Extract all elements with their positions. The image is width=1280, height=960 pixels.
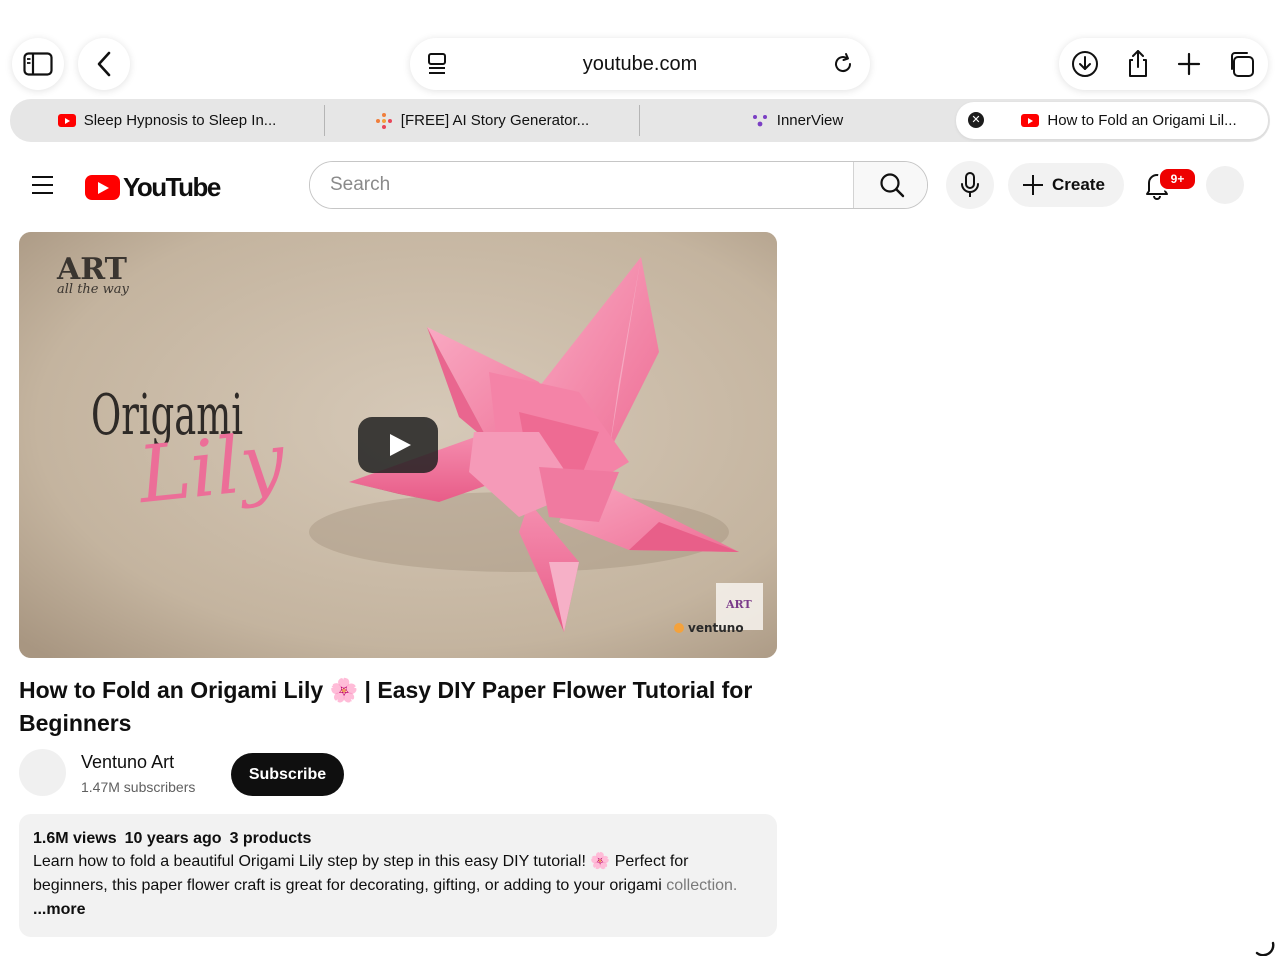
create-button[interactable]: Create bbox=[1008, 163, 1124, 207]
video-meta: 1.6M views 10 years ago 3 products bbox=[33, 830, 763, 848]
tab-innerview[interactable]: InnerView bbox=[640, 99, 954, 142]
view-count: 1.6M views bbox=[33, 830, 117, 847]
tab-ai-story-generator[interactable]: [FREE] AI Story Generator... bbox=[325, 99, 639, 142]
description-box[interactable]: 1.6M views 10 years ago 3 products Learn… bbox=[19, 814, 777, 937]
search-box bbox=[309, 161, 928, 209]
voice-search-button[interactable] bbox=[946, 161, 994, 209]
youtube-icon bbox=[57, 114, 76, 127]
youtube-icon bbox=[85, 175, 120, 200]
channel-avatar[interactable] bbox=[19, 749, 66, 796]
tab-title: Sleep Hypnosis to Sleep In... bbox=[83, 112, 277, 129]
thumbnail-title-script: Lily bbox=[132, 416, 289, 521]
innerview-icon bbox=[752, 114, 767, 126]
video-player[interactable]: ART all the way Origami Lily ART ventuno bbox=[19, 232, 777, 658]
sidebar-toggle-button[interactable] bbox=[12, 38, 64, 90]
tab-title: InnerView bbox=[776, 112, 844, 129]
loading-spinner-icon bbox=[1255, 941, 1275, 956]
more-link[interactable]: ...more bbox=[33, 901, 85, 918]
tab-title: [FREE] AI Story Generator... bbox=[400, 112, 590, 129]
subscribe-button[interactable]: Subscribe bbox=[231, 753, 344, 796]
new-tab-icon[interactable] bbox=[1175, 50, 1203, 78]
story-generator-icon bbox=[375, 112, 392, 129]
video-title: How to Fold an Origami Lily 🌸 | Easy DIY… bbox=[19, 677, 753, 736]
address-bar[interactable]: youtube.com bbox=[410, 38, 870, 90]
url-text: youtube.com bbox=[582, 53, 698, 75]
channel-name[interactable]: Ventuno Art bbox=[81, 752, 174, 773]
browser-actions bbox=[1059, 38, 1268, 90]
subscriber-count: 1.47M subscribers bbox=[81, 779, 196, 795]
menu-icon[interactable] bbox=[32, 176, 53, 194]
products-count: 3 products bbox=[229, 830, 312, 847]
tab-origami-lily[interactable]: ✕ How to Fold an Origami Lil... bbox=[956, 102, 1268, 139]
chevron-left-icon bbox=[97, 51, 111, 77]
upload-age: 10 years ago bbox=[124, 830, 222, 847]
sidebar-icon bbox=[23, 52, 53, 76]
youtube-icon bbox=[1021, 114, 1040, 127]
art-tagline-text: all the way bbox=[57, 282, 129, 297]
art-watermark-text: ART bbox=[725, 598, 752, 611]
ventuno-logo-icon bbox=[674, 623, 684, 633]
account-avatar[interactable] bbox=[1206, 166, 1244, 204]
microphone-icon bbox=[961, 172, 979, 197]
search-input[interactable] bbox=[310, 162, 853, 208]
plus-icon bbox=[1023, 175, 1043, 195]
tab-title: How to Fold an Origami Lil... bbox=[1047, 112, 1237, 129]
share-icon[interactable] bbox=[1124, 50, 1152, 78]
ventuno-watermark-text: ventuno bbox=[688, 621, 744, 635]
tab-sleep-hypnosis[interactable]: Sleep Hypnosis to Sleep In... bbox=[10, 99, 324, 142]
download-icon[interactable] bbox=[1071, 50, 1099, 78]
search-icon bbox=[879, 173, 904, 198]
search-button[interactable] bbox=[853, 162, 927, 208]
notification-badge: 9+ bbox=[1158, 167, 1197, 191]
youtube-logo[interactable]: YouTube bbox=[85, 172, 221, 203]
close-icon[interactable]: ✕ bbox=[968, 112, 984, 128]
tab-bar: Sleep Hypnosis to Sleep In... [FREE] AI … bbox=[10, 99, 1270, 142]
description-text: Learn how to fold a beautiful Origami Li… bbox=[33, 853, 738, 918]
back-button[interactable] bbox=[78, 38, 130, 90]
tab-overview-icon[interactable] bbox=[1227, 50, 1255, 78]
reload-icon[interactable] bbox=[832, 52, 854, 81]
play-button[interactable] bbox=[358, 417, 438, 473]
